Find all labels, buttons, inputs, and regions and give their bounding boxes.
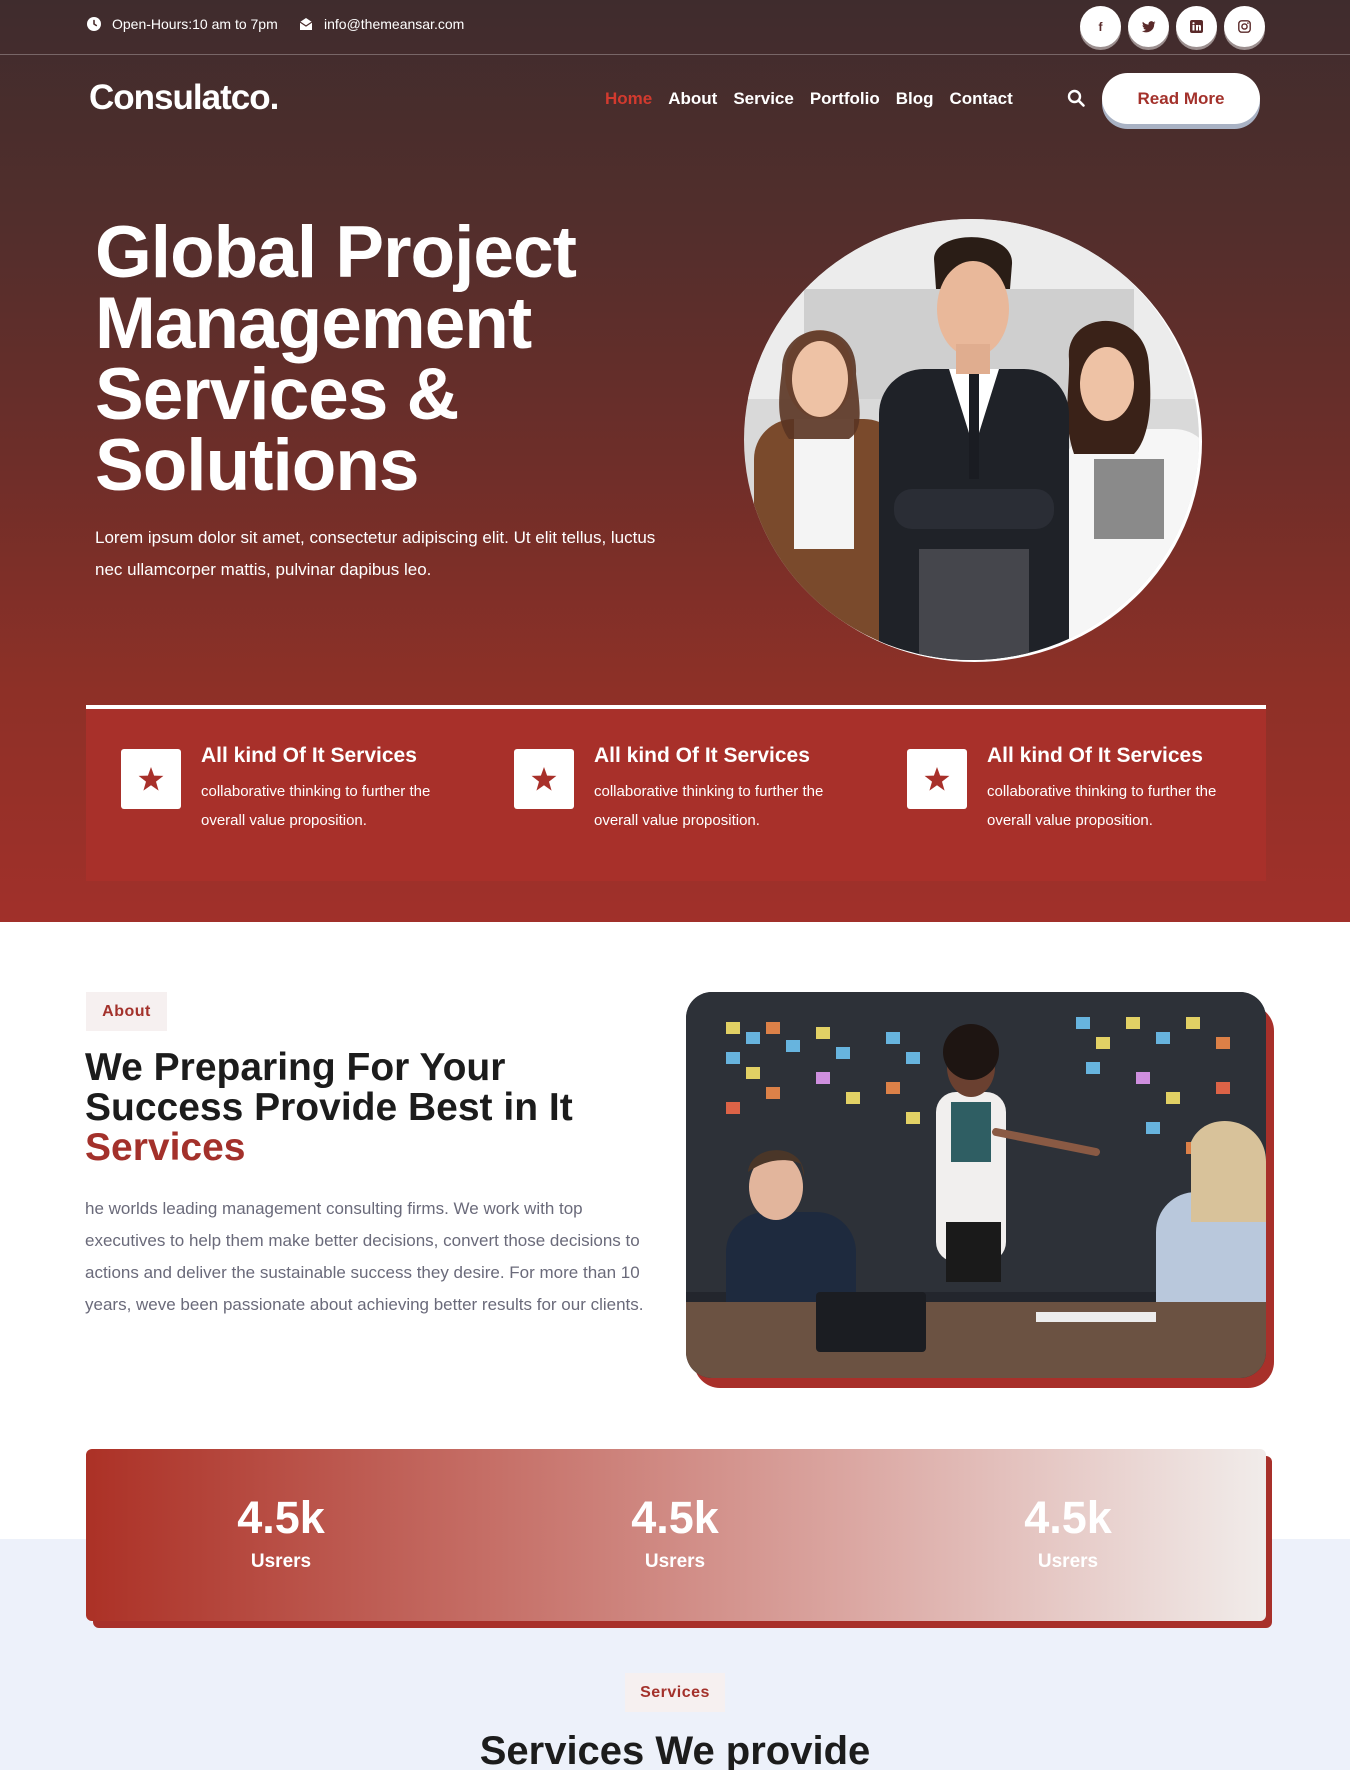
twitter-icon [1141,20,1155,32]
stat-item: 4.5k Usrers [968,1495,1168,1573]
about-description: he worlds leading management consulting … [85,1199,644,1314]
envelope-icon [299,18,313,30]
main-nav: Home About Service Portfolio Blog Contac… [605,89,1029,109]
clock-icon [87,17,101,31]
linkedin-icon [1190,20,1203,33]
stat-label: Usrers [250,1551,312,1572]
hero-team-photo [744,219,1199,660]
nav-service[interactable]: Service [733,89,794,109]
open-hours: Open-Hours:10 am to 7pm [87,16,278,32]
stat-item: 4.5k Usrers [575,1495,775,1573]
stat-label: Usrers [1037,1551,1099,1572]
stat-value: 4.5k [631,1492,719,1543]
nav-blog[interactable]: Blog [896,89,934,109]
nav-home[interactable]: Home [605,89,652,109]
feature-icon-box [514,749,574,809]
nav-about[interactable]: About [668,89,717,109]
feature-item: All kind Of It Services collaborative th… [907,744,1247,844]
nav-contact[interactable]: Contact [950,89,1013,109]
email-text[interactable]: info@themeansar.com [324,16,464,32]
feature-title: All kind Of It Services [201,744,417,767]
feature-item: All kind Of It Services collaborative th… [514,744,854,844]
features-bar: All kind Of It Services collaborative th… [86,705,1266,881]
search-icon[interactable] [1067,89,1086,108]
facebook-icon: f [1098,19,1103,34]
stat-value: 4.5k [1024,1492,1112,1543]
services-tag: Services [625,1673,725,1712]
feature-icon-box [907,749,967,809]
twitter-button[interactable] [1128,6,1169,47]
linkedin-button[interactable] [1176,6,1217,47]
star-icon [531,766,557,791]
top-bar: Open-Hours:10 am to 7pm info@themeansar.… [0,0,1350,55]
read-more-button[interactable]: Read More [1102,73,1260,124]
hero-title: Global Project Management Services & Sol… [95,212,577,506]
feature-text: collaborative thinking to further the ov… [201,783,431,829]
feature-title: All kind Of It Services [594,744,810,767]
star-icon [138,766,164,791]
stat-value: 4.5k [237,1492,325,1543]
feature-icon-box [121,749,181,809]
instagram-icon [1238,20,1251,33]
facebook-button[interactable]: f [1080,6,1121,47]
nav-portfolio[interactable]: Portfolio [810,89,880,109]
about-title-accent: Services [85,1126,246,1169]
site-logo[interactable]: Consulatco. [89,78,279,118]
about-title-main: We Preparing For Your Success Provide Be… [85,1046,573,1129]
hero-description: Lorem ipsum dolor sit amet, consectetur … [95,528,656,579]
email-info[interactable]: info@themeansar.com [299,16,464,32]
feature-item: All kind Of It Services collaborative th… [121,744,461,844]
star-icon [924,766,950,791]
about-title: We Preparing For Your Success Provide Be… [85,1048,665,1168]
about-meeting-photo [686,992,1266,1378]
services-title: Services We provide [479,1729,871,1770]
stats-bar: 4.5k Usrers 4.5k Usrers 4.5k Usrers [86,1449,1266,1621]
feature-text: collaborative thinking to further the ov… [987,783,1217,829]
feature-text: collaborative thinking to further the ov… [594,783,824,829]
feature-title: All kind Of It Services [987,744,1203,767]
stat-label: Usrers [644,1551,706,1572]
instagram-button[interactable] [1224,6,1265,47]
stat-item: 4.5k Usrers [181,1495,381,1573]
open-hours-text: Open-Hours:10 am to 7pm [112,16,278,32]
hero-section: Open-Hours:10 am to 7pm info@themeansar.… [0,0,1350,922]
about-tag: About [86,992,167,1031]
